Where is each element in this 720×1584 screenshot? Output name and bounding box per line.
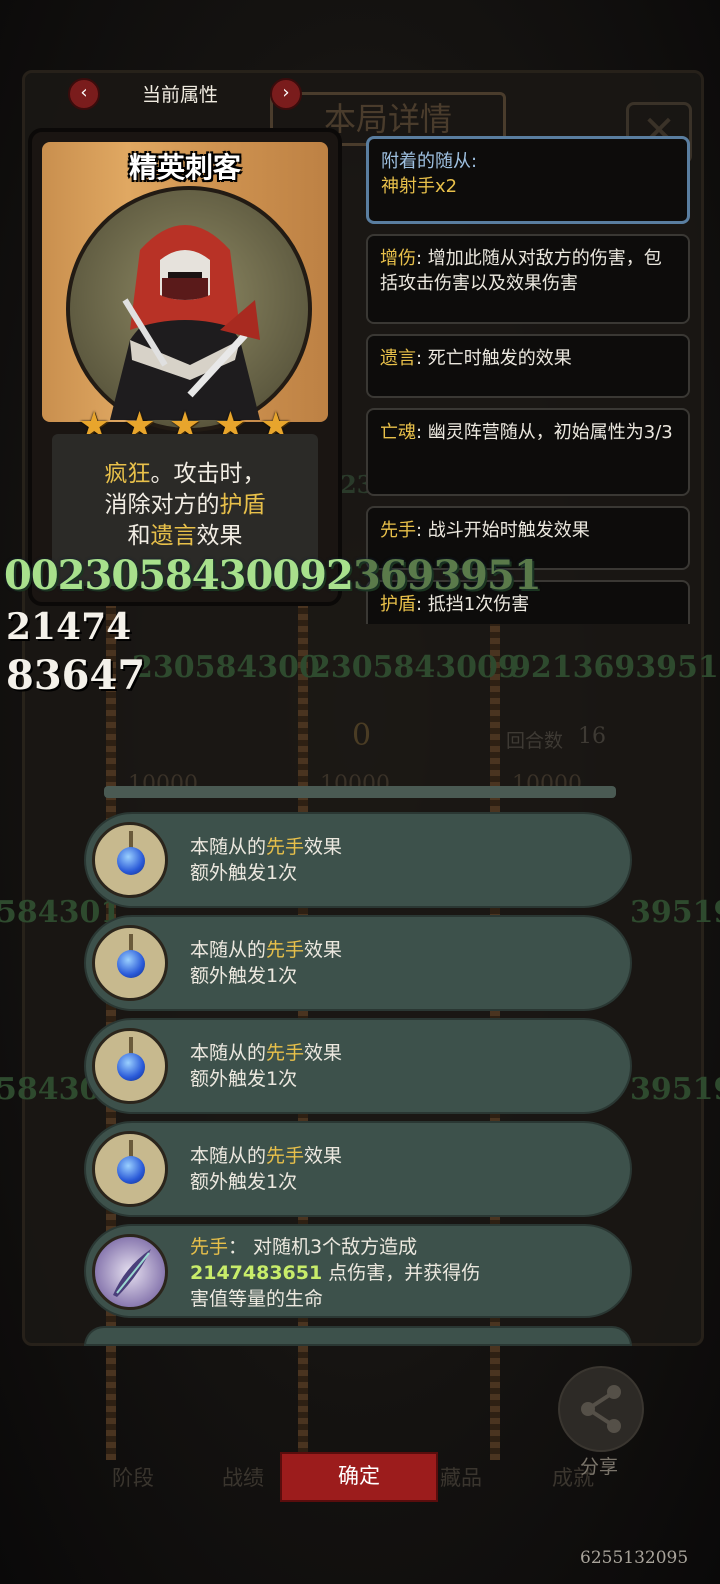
damage-number-white-1: 21474 (6, 606, 132, 648)
tab-collection: 藏品 (440, 1466, 482, 1490)
effect-list-top (104, 786, 616, 798)
prev-arrow-button[interactable]: ‹ (68, 78, 100, 110)
confirm-button[interactable]: 确定 (280, 1452, 438, 1502)
ghost-number: 39519 (630, 1072, 720, 1107)
share-button[interactable] (558, 1366, 644, 1452)
effect-item: 本随从的先手效果 额外触发1次 (84, 915, 632, 1011)
ghost-number: 2305843009 (310, 650, 519, 685)
page-title: 当前属性 (141, 84, 218, 106)
card-desc-line-2: 消除对方的护盾 (52, 485, 318, 519)
keyword-panel-deathrattle: 遗言: 死亡时触发的效果 (366, 334, 690, 398)
card-desc-line-3: 和遗言效果 (52, 516, 318, 550)
tab-stage: 阶段 (112, 1466, 154, 1490)
keyword-title: 先手 (380, 520, 416, 541)
keyword-deathrattle[interactable]: 遗言 (151, 523, 197, 549)
keyword-text: : 战斗开始时触发效果 (416, 520, 590, 541)
keyword-panel-attached: 附着的随从: 神射手x2 (366, 136, 690, 224)
keyword-frenzy[interactable]: 疯狂 (105, 461, 151, 487)
chevron-left-icon: ‹ (80, 82, 88, 103)
effect-text: 本随从的先手效果 额外触发1次 (190, 1145, 343, 1193)
center-counter: 0 (352, 718, 372, 753)
ghost-number: 230584300 (132, 650, 320, 685)
blue-orb-relic-icon (92, 1028, 168, 1104)
player-id: 6255132095 (580, 1548, 689, 1568)
desc-text: 和 (127, 523, 151, 549)
effect-item: 本随从的先手效果 额外触发1次 (84, 1018, 632, 1114)
round-label: 回合数 (506, 730, 564, 752)
effect-item: 本随从的先手效果 额外触发1次 (84, 812, 632, 908)
effect-text: 本随从的先手效果 额外触发1次 (190, 1042, 343, 1090)
effect-text: 先手： 对随机3个敌方造成 2147483651 点伤害，并获得伤 害值等量的生命 (190, 1236, 481, 1310)
minion-card: 精英刺客 ★ ★ ★ ★ ★ 疯狂。攻击时， 消除对方的护盾 和遗言效果 (28, 128, 342, 606)
effect-text: 本随从的先手效果 额外触发1次 (190, 836, 343, 884)
assassin-portrait (66, 186, 312, 432)
blue-orb-relic-icon (92, 1131, 168, 1207)
share-icon (581, 1385, 621, 1433)
keyword-title: 遗言 (380, 348, 416, 369)
keyword-text: 神射手x2 (381, 176, 458, 197)
desc-text: 。攻击时， (150, 461, 266, 487)
damage-number-green: 00230584300923693951 (4, 552, 542, 599)
effect-item: 本随从的先手效果 额外触发1次 (84, 1121, 632, 1217)
keyword-text: : 幽灵阵营随从，初始属性为3/3 (416, 422, 673, 443)
feather-relic-icon (92, 1234, 168, 1310)
card-desc-line-1: 疯狂。攻击时， (52, 454, 318, 488)
next-arrow-button[interactable]: › (270, 78, 302, 110)
round-value: 16 (578, 724, 606, 749)
keyword-shield[interactable]: 护盾 (220, 492, 266, 518)
keyword-title: 附着的随从: (381, 151, 478, 172)
damage-number-white-2: 83647 (6, 652, 146, 699)
desc-text: 消除对方的 (104, 492, 220, 518)
effect-item-partial (84, 1326, 632, 1346)
effect-item-special: 先手： 对随机3个敌方造成 2147483651 点伤害，并获得伤 害值等量的生命 (84, 1224, 632, 1318)
keyword-title: 亡魂 (380, 422, 416, 443)
keyword-text: : 增加此随从对敌方的伤害，包括攻击伤害以及效果伤害 (380, 248, 662, 294)
ghost-number: 9213693951 (510, 650, 719, 685)
keyword-title: 增伤 (380, 248, 416, 269)
tab-record: 战绩 (222, 1466, 264, 1490)
assassin-figure-icon (110, 225, 260, 420)
keyword-text: : 死亡时触发的效果 (416, 348, 572, 369)
ghost-number: 39519 (630, 895, 720, 930)
card-name: 精英刺客 (128, 151, 241, 184)
desc-text: 效果 (196, 523, 243, 549)
keyword-panel-damage-boost: 增伤: 增加此随从对敌方的伤害，包括攻击伤害以及效果伤害 (366, 234, 690, 324)
blue-orb-relic-icon (92, 822, 168, 898)
share-label: 分享 (579, 1456, 618, 1478)
blue-orb-relic-icon (92, 925, 168, 1001)
effect-text: 本随从的先手效果 额外触发1次 (190, 939, 343, 987)
chevron-right-icon: › (282, 82, 290, 103)
keyword-panel-ghost: 亡魂: 幽灵阵营随从，初始属性为3/3 (366, 408, 690, 496)
